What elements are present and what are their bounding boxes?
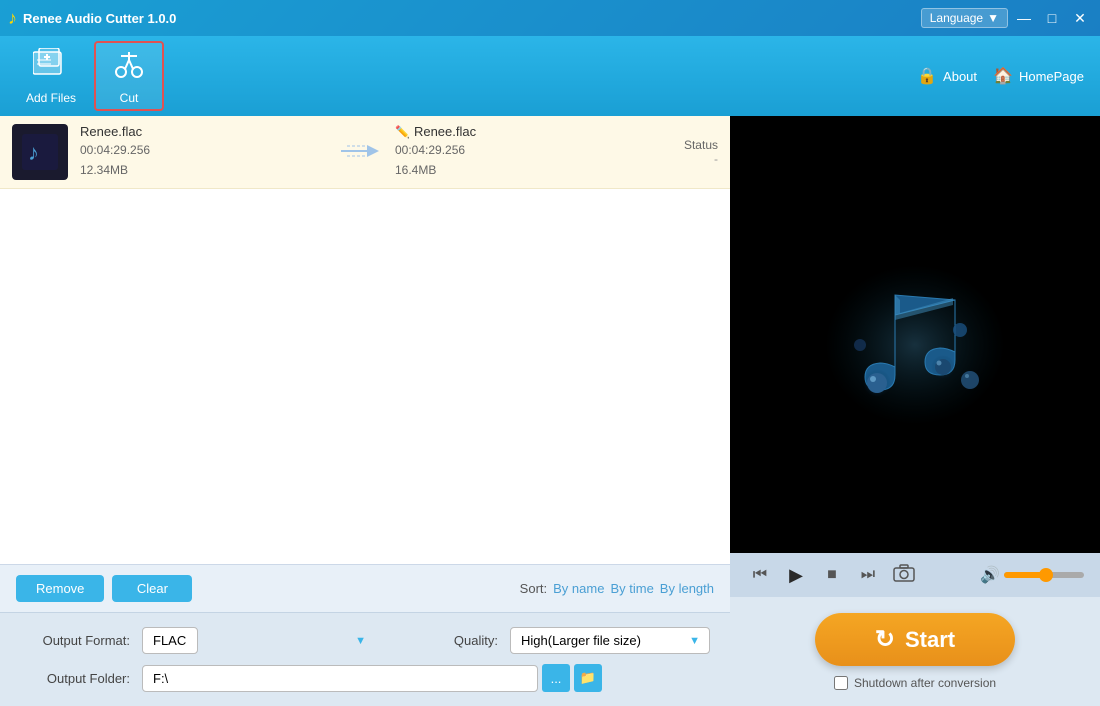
shutdown-row: Shutdown after conversion — [834, 676, 996, 690]
minimize-button[interactable]: — — [1012, 6, 1036, 30]
skip-back-button[interactable]: ⏮ — [746, 561, 774, 589]
remove-button[interactable]: Remove — [16, 575, 104, 602]
convert-arrow-icon — [339, 136, 379, 168]
cut-label: Cut — [120, 91, 139, 105]
file-output-info: ✏️ Renee.flac 00:04:29.256 16.4MB — [395, 124, 638, 179]
file-thumbnail: ♪ — [12, 124, 68, 180]
title-bar-controls: Language ▼ — □ ✕ — [921, 6, 1092, 30]
volume-control: 🔊 — [980, 565, 1084, 585]
homepage-label: HomePage — [1019, 69, 1084, 84]
language-dropdown-icon: ▼ — [987, 11, 999, 25]
input-filename: Renee.flac — [80, 124, 323, 139]
output-duration: 00:04:29.256 — [395, 141, 638, 160]
play-icon: ▶ — [789, 565, 803, 586]
file-input-info: Renee.flac 00:04:29.256 12.34MB — [80, 124, 323, 179]
camera-icon — [893, 564, 915, 587]
shutdown-label: Shutdown after conversion — [854, 676, 996, 690]
output-folder-label: Output Folder: — [20, 671, 130, 686]
skip-forward-button[interactable]: ⏭ — [854, 561, 882, 589]
app-logo-icon: ♪ — [8, 8, 17, 29]
settings-area: Output Format: FLAC Quality: High(Larger… — [0, 612, 730, 706]
output-folder-row: Output Folder: ... 📁 — [20, 664, 710, 692]
input-duration: 00:04:29.256 — [80, 141, 323, 160]
add-files-button[interactable]: Add Files — [16, 41, 86, 111]
sort-area: Sort: By name By time By length — [520, 581, 714, 596]
title-bar: ♪ Renee Audio Cutter 1.0.0 Language ▼ — … — [0, 0, 1100, 36]
file-list: ♪ Renee.flac 00:04:29.256 12.34MB — [0, 116, 730, 564]
folder-input[interactable] — [142, 665, 538, 692]
toolbar: Add Files Cut 🔒 About 🏠 HomePage — [0, 36, 1100, 116]
clear-button[interactable]: Clear — [112, 575, 192, 602]
sort-by-name[interactable]: By name — [553, 581, 604, 596]
volume-slider[interactable] — [1004, 572, 1084, 578]
bottom-controls: Remove Clear Sort: By name By time By le… — [0, 564, 730, 612]
open-folder-button[interactable]: 📁 — [574, 664, 602, 692]
browse-button[interactable]: ... — [542, 664, 570, 692]
output-filename-row: ✏️ Renee.flac — [395, 124, 638, 139]
quality-select[interactable]: High(Larger file size) — [510, 627, 710, 654]
add-files-icon — [33, 48, 69, 87]
output-format-select-wrapper: FLAC — [142, 627, 376, 654]
language-label: Language — [930, 11, 983, 25]
skip-back-icon: ⏮ — [753, 566, 767, 584]
sort-by-time[interactable]: By time — [610, 581, 653, 596]
stop-button[interactable]: ■ — [818, 561, 846, 589]
sort-label: Sort: — [520, 581, 547, 596]
volume-thumb — [1039, 568, 1053, 582]
right-panel: ⏮ ▶ ■ ⏭ 🔊 — [730, 116, 1100, 706]
quality-label: Quality: — [388, 633, 498, 648]
folder-icon: 📁 — [580, 670, 596, 686]
status-value: - — [638, 152, 718, 166]
shutdown-checkbox[interactable] — [834, 676, 848, 690]
music-visual — [805, 235, 1025, 435]
output-format-label: Output Format: — [20, 633, 130, 648]
folder-input-wrapper: ... 📁 — [142, 664, 602, 692]
close-button[interactable]: ✕ — [1068, 6, 1092, 30]
right-bottom: ↻ Start Shutdown after conversion — [730, 597, 1100, 706]
lock-icon: 🔒 — [917, 66, 937, 86]
camera-button[interactable] — [890, 561, 918, 589]
app-title: Renee Audio Cutter 1.0.0 — [23, 11, 921, 26]
cut-button[interactable]: Cut — [94, 41, 164, 111]
start-icon: ↻ — [875, 625, 895, 654]
skip-forward-icon: ⏭ — [861, 566, 875, 584]
file-status: Status - — [638, 138, 718, 166]
maximize-button[interactable]: □ — [1040, 6, 1064, 30]
edit-icon: ✏️ — [395, 125, 410, 139]
start-label: Start — [905, 627, 955, 653]
input-size: 12.34MB — [80, 161, 323, 180]
about-link[interactable]: 🔒 About — [917, 66, 977, 86]
add-files-label: Add Files — [26, 91, 76, 105]
status-label: Status — [638, 138, 718, 152]
output-size: 16.4MB — [395, 161, 638, 180]
home-icon: 🏠 — [993, 66, 1013, 86]
quality-select-wrapper: High(Larger file size) — [510, 627, 710, 654]
main-area: ♪ Renee.flac 00:04:29.256 12.34MB — [0, 116, 1100, 706]
volume-icon: 🔊 — [980, 565, 1000, 585]
preview-area — [730, 116, 1100, 553]
table-row: ♪ Renee.flac 00:04:29.256 12.34MB — [0, 116, 730, 189]
play-button[interactable]: ▶ — [782, 561, 810, 589]
homepage-link[interactable]: 🏠 HomePage — [993, 66, 1084, 86]
start-button[interactable]: ↻ Start — [815, 613, 1015, 666]
toolbar-right: 🔒 About 🏠 HomePage — [917, 66, 1084, 86]
svg-text:♪: ♪ — [28, 140, 39, 165]
output-format-row: Output Format: FLAC Quality: High(Larger… — [20, 627, 710, 654]
language-button[interactable]: Language ▼ — [921, 8, 1008, 28]
output-filename: Renee.flac — [414, 124, 476, 139]
sort-by-length[interactable]: By length — [660, 581, 714, 596]
left-panel: ♪ Renee.flac 00:04:29.256 12.34MB — [0, 116, 730, 706]
stop-icon: ■ — [827, 566, 837, 584]
output-format-select[interactable]: FLAC — [142, 627, 198, 654]
cut-icon — [111, 48, 147, 87]
player-controls: ⏮ ▶ ■ ⏭ 🔊 — [730, 553, 1100, 597]
about-label: About — [943, 69, 977, 84]
